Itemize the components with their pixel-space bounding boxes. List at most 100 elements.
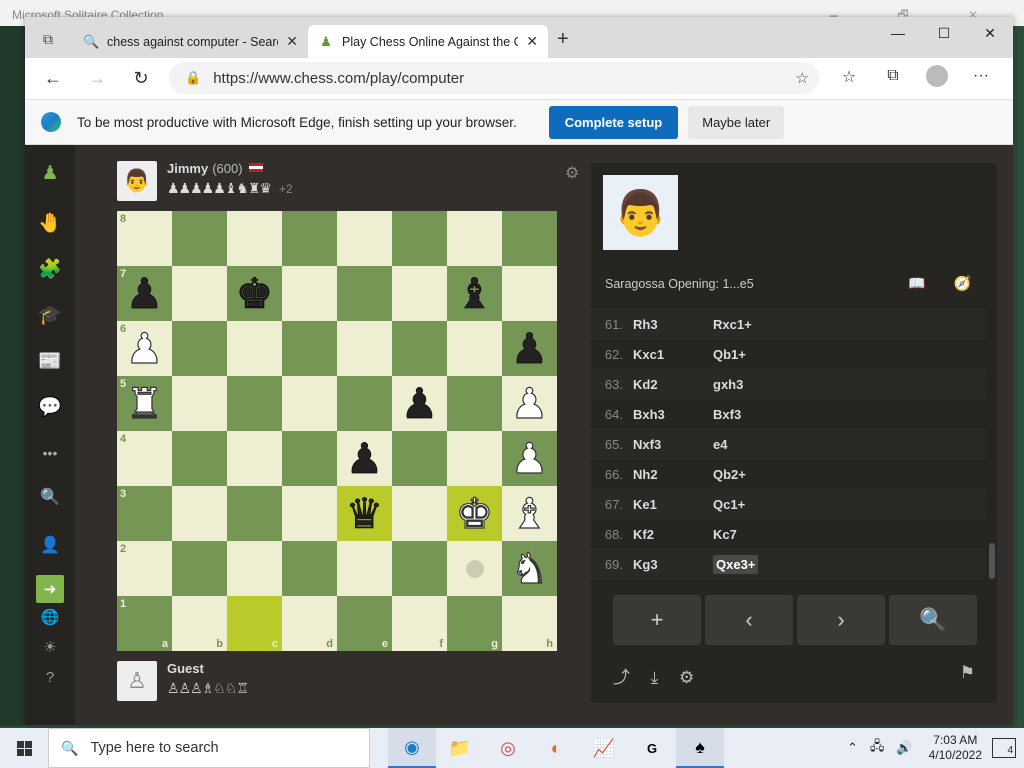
square-g7[interactable]: ♝ bbox=[447, 266, 502, 321]
square-h1[interactable]: h bbox=[502, 596, 557, 651]
globe-icon[interactable]: 🌐 bbox=[36, 603, 64, 631]
share-icon[interactable]: ⤴ bbox=[613, 668, 638, 687]
taskbar-search[interactable]: 🔍 Type here to search bbox=[48, 728, 370, 768]
square-a3[interactable]: 3 bbox=[117, 486, 172, 541]
square-h3[interactable]: ♝ bbox=[502, 486, 557, 541]
square-e6[interactable] bbox=[337, 321, 392, 376]
resign-flag-icon[interactable]: ⚑ bbox=[960, 663, 975, 683]
board-settings-icon[interactable]: ⚙ bbox=[565, 163, 579, 183]
white-rook-piece[interactable]: ♜ bbox=[125, 381, 164, 424]
square-b4[interactable] bbox=[172, 431, 227, 486]
square-b1[interactable]: b bbox=[172, 596, 227, 651]
square-c5[interactable] bbox=[227, 376, 282, 431]
square-g8[interactable] bbox=[447, 211, 502, 266]
black-pawn-piece[interactable]: ♟ bbox=[400, 382, 438, 425]
network-icon[interactable]: 🖧 bbox=[870, 737, 885, 759]
square-g1[interactable]: g bbox=[447, 596, 502, 651]
white-bishop-piece[interactable]: ♝ bbox=[510, 491, 549, 534]
maybe-later-button[interactable]: Maybe later bbox=[688, 105, 785, 139]
previous-move-button[interactable]: ‹ bbox=[705, 595, 793, 645]
black-move[interactable]: Qb1+ bbox=[713, 347, 746, 362]
square-d6[interactable] bbox=[282, 321, 337, 376]
analyze-button[interactable]: 🔍 bbox=[889, 595, 977, 645]
black-bishop-piece[interactable]: ♝ bbox=[455, 272, 493, 315]
game-app-icon[interactable]: G bbox=[628, 728, 676, 768]
square-d2[interactable] bbox=[282, 541, 337, 596]
square-c3[interactable] bbox=[227, 486, 282, 541]
square-a8[interactable]: 8 bbox=[117, 211, 172, 266]
tab-search[interactable]: 🔍 chess against computer - Search ✕ bbox=[73, 25, 308, 58]
url-text[interactable]: https://www.chess.com/play/computer bbox=[213, 70, 464, 87]
learn-icon[interactable]: 🎓 bbox=[36, 301, 64, 329]
square-e2[interactable] bbox=[337, 541, 392, 596]
download-icon[interactable]: ⤓ bbox=[651, 668, 667, 687]
black-queen-piece[interactable]: ♛ bbox=[345, 492, 383, 535]
edge-taskbar-icon[interactable]: ◉ bbox=[388, 728, 436, 768]
refresh-button[interactable]: ↻ bbox=[119, 68, 163, 89]
square-h8[interactable] bbox=[502, 211, 557, 266]
square-f4[interactable] bbox=[392, 431, 447, 486]
chess-board[interactable]: 8 7 ♟ ♚ ♝ 6 ♟ ♟ 5 ♜ ♟ ♟ 4 ♟ ♟ 3 ♛ ♚ ♝ 2 ♞ 1 a b c d e f g h bbox=[117, 211, 557, 651]
white-knight-piece[interactable]: ♞ bbox=[510, 546, 549, 589]
square-f7[interactable] bbox=[392, 266, 447, 321]
square-e4[interactable]: ♟ bbox=[337, 431, 392, 486]
white-pawn-piece[interactable]: ♟ bbox=[125, 326, 164, 369]
square-g2[interactable] bbox=[447, 541, 502, 596]
white-move[interactable]: Nh2 bbox=[633, 467, 713, 482]
move-list-scrollbar[interactable] bbox=[989, 543, 995, 579]
square-h4[interactable]: ♟ bbox=[502, 431, 557, 486]
black-move[interactable]: Qc1+ bbox=[713, 497, 745, 512]
chart-app-icon[interactable]: 📈 bbox=[580, 728, 628, 768]
square-b3[interactable] bbox=[172, 486, 227, 541]
square-g4[interactable] bbox=[447, 431, 502, 486]
black-pawn-piece[interactable]: ♟ bbox=[345, 437, 383, 480]
black-move[interactable]: Qb2+ bbox=[713, 467, 746, 482]
white-move[interactable]: Bxh3 bbox=[633, 407, 713, 422]
square-d3[interactable] bbox=[282, 486, 337, 541]
new-game-button[interactable]: + bbox=[613, 595, 701, 645]
square-b2[interactable] bbox=[172, 541, 227, 596]
square-c2[interactable] bbox=[227, 541, 282, 596]
back-button[interactable]: ← bbox=[31, 68, 75, 89]
square-b7[interactable] bbox=[172, 266, 227, 321]
favorites-icon[interactable]: ☆ bbox=[827, 67, 871, 94]
square-c1[interactable]: c bbox=[227, 596, 282, 651]
square-f2[interactable] bbox=[392, 541, 447, 596]
notifications-icon[interactable]: 4 bbox=[992, 738, 1016, 758]
square-a2[interactable]: 2 bbox=[117, 541, 172, 596]
close-tab-icon[interactable]: ✕ bbox=[286, 33, 298, 50]
opening-book-compass-icons[interactable]: 📖 🧭 bbox=[908, 275, 983, 292]
black-pawn-piece[interactable]: ♟ bbox=[510, 327, 548, 370]
white-pawn-piece[interactable]: ♟ bbox=[510, 381, 549, 424]
square-a1[interactable]: 1a bbox=[117, 596, 172, 651]
square-d5[interactable] bbox=[282, 376, 337, 431]
chrome-icon[interactable]: ◎ bbox=[484, 728, 532, 768]
close-window-icon[interactable]: ✕ bbox=[967, 17, 1013, 49]
square-e3[interactable]: ♛ bbox=[337, 486, 392, 541]
start-button[interactable] bbox=[0, 728, 48, 768]
square-g5[interactable] bbox=[447, 376, 502, 431]
square-c4[interactable] bbox=[227, 431, 282, 486]
forward-button[interactable]: → bbox=[75, 68, 119, 89]
add-favorite-icon[interactable]: ☆ bbox=[796, 69, 809, 87]
white-move[interactable]: Rh3 bbox=[633, 317, 713, 332]
square-g3[interactable]: ♚ bbox=[447, 486, 502, 541]
square-a4[interactable]: 4 bbox=[117, 431, 172, 486]
black-move[interactable]: Qxe3+ bbox=[713, 554, 759, 574]
user-add-icon[interactable]: 👤 bbox=[36, 531, 64, 559]
square-e1[interactable]: e bbox=[337, 596, 392, 651]
square-b5[interactable] bbox=[172, 376, 227, 431]
black-move[interactable]: Kc7 bbox=[713, 527, 737, 542]
square-b6[interactable] bbox=[172, 321, 227, 376]
clock[interactable]: 7:03 AM 4/10/2022 bbox=[929, 733, 982, 763]
more-icon[interactable]: ••• bbox=[36, 439, 64, 467]
move-hint-dot[interactable] bbox=[465, 559, 484, 578]
square-h6[interactable]: ♟ bbox=[502, 321, 557, 376]
black-move[interactable]: e4 bbox=[713, 437, 727, 452]
search-icon[interactable]: 🔍 bbox=[36, 483, 64, 511]
theme-icon[interactable]: ☀ bbox=[36, 633, 64, 661]
square-f8[interactable] bbox=[392, 211, 447, 266]
more-menu-icon[interactable]: ··· bbox=[959, 67, 1003, 94]
square-f6[interactable] bbox=[392, 321, 447, 376]
maximize-icon[interactable]: ☐ bbox=[921, 17, 967, 49]
